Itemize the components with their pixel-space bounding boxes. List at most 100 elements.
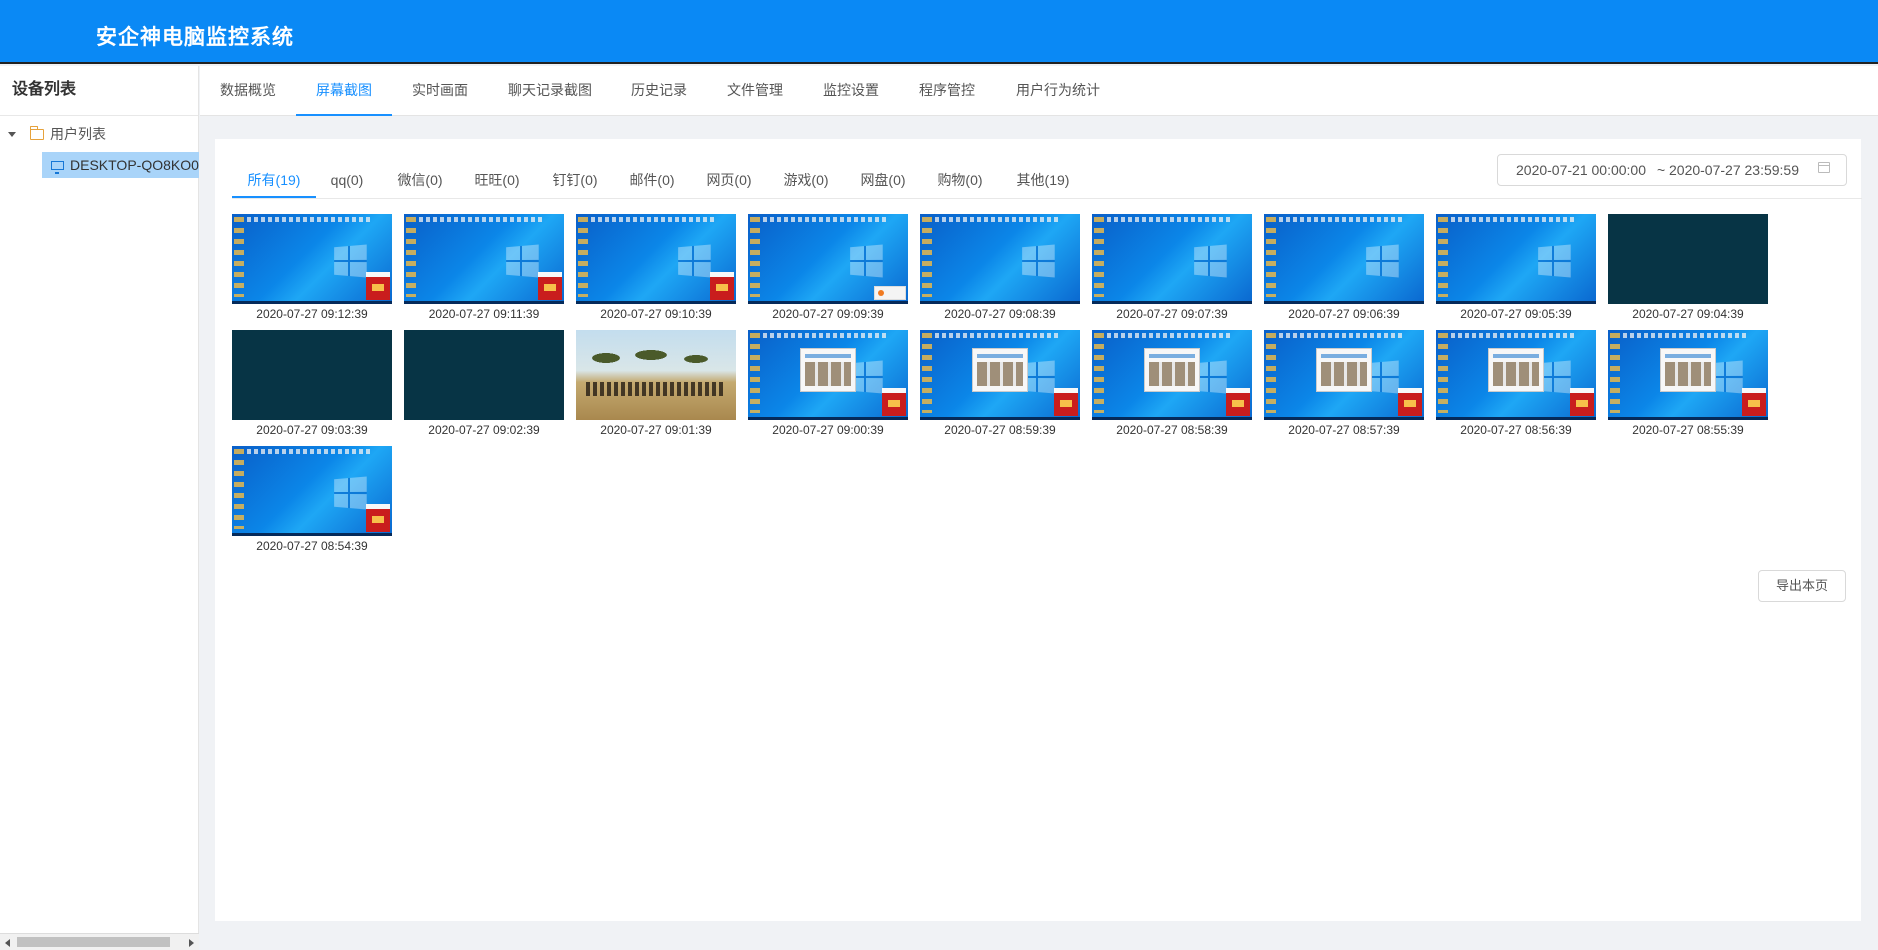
wildebeest-herd: [586, 382, 726, 396]
scroll-left-icon[interactable]: [5, 939, 10, 947]
browser-window: [972, 348, 1028, 392]
screenshot-item[interactable]: 2020-07-27 09:09:39: [748, 214, 908, 321]
notification-popup: [1398, 388, 1422, 416]
desktop-icons: [750, 217, 760, 297]
taskbar: [232, 533, 392, 536]
filter-tab-qq[interactable]: qq(0): [323, 162, 371, 198]
tab-file-management[interactable]: 文件管理: [710, 66, 800, 116]
desktop-icon-row: [1107, 333, 1232, 338]
screenshot-item[interactable]: 2020-07-27 08:57:39: [1264, 330, 1424, 437]
caret-down-icon[interactable]: [8, 131, 16, 137]
folder-icon: [29, 125, 44, 140]
screenshot-thumbnail[interactable]: [404, 330, 564, 420]
screenshot-item[interactable]: 2020-07-27 09:03:39: [232, 330, 392, 437]
scroll-right-icon[interactable]: [189, 939, 194, 947]
filter-tab-all[interactable]: 所有(19): [232, 162, 316, 198]
browser-window: [1660, 348, 1716, 392]
desktop-icons: [1094, 333, 1104, 413]
screenshot-item[interactable]: 2020-07-27 09:08:39: [920, 214, 1080, 321]
filter-tab-netdisk[interactable]: 网盘(0): [853, 162, 913, 198]
scrollbar-thumb[interactable]: [17, 937, 170, 947]
screenshot-item[interactable]: 2020-07-27 09:01:39: [576, 330, 736, 437]
screenshot-timestamp: 2020-07-27 09:08:39: [944, 307, 1056, 321]
desktop-icon-row: [763, 333, 888, 338]
screenshot-timestamp: 2020-07-27 09:03:39: [256, 423, 368, 437]
screenshot-thumbnail[interactable]: [1092, 214, 1252, 304]
desktop-icons: [406, 217, 416, 297]
screenshot-thumbnail[interactable]: [920, 214, 1080, 304]
screenshot-item[interactable]: 2020-07-27 09:06:39: [1264, 214, 1424, 321]
sidebar-horizontal-scrollbar[interactable]: [0, 933, 199, 950]
screenshot-item[interactable]: 2020-07-27 09:04:39: [1608, 214, 1768, 321]
date-range-picker[interactable]: 2020-07-21 00:00:00 ~ 2020-07-27 23:59:5…: [1497, 154, 1847, 186]
screenshot-item[interactable]: 2020-07-27 09:11:39: [404, 214, 564, 321]
filter-tab-games[interactable]: 游戏(0): [776, 162, 836, 198]
taskbar: [920, 417, 1080, 420]
tree-node-device[interactable]: DESKTOP-QO8KO0: [42, 152, 199, 178]
screenshot-thumbnail[interactable]: [404, 214, 564, 304]
device-label: DESKTOP-QO8KO0: [70, 157, 199, 173]
screenshot-item[interactable]: 2020-07-27 09:12:39: [232, 214, 392, 321]
tree-canopy: [576, 350, 736, 374]
screenshot-thumbnail[interactable]: [920, 330, 1080, 420]
desktop-icon-row: [1451, 333, 1576, 338]
screenshot-thumbnail[interactable]: [748, 330, 908, 420]
screenshot-item[interactable]: 2020-07-27 09:02:39: [404, 330, 564, 437]
screenshot-thumbnail[interactable]: [748, 214, 908, 304]
tab-monitor-settings[interactable]: 监控设置: [806, 66, 896, 116]
screenshot-thumbnail[interactable]: [576, 330, 736, 420]
screenshot-thumbnail[interactable]: [576, 214, 736, 304]
screenshot-timestamp: 2020-07-27 09:11:39: [428, 307, 540, 321]
tab-user-behavior-stats[interactable]: 用户行为统计: [1006, 66, 1110, 116]
filter-tab-other[interactable]: 其他(19): [1008, 162, 1078, 198]
filter-tab-web[interactable]: 网页(0): [699, 162, 759, 198]
desktop-icons: [578, 217, 588, 297]
filter-tab-shopping[interactable]: 购物(0): [930, 162, 990, 198]
screenshot-item[interactable]: 2020-07-27 09:10:39: [576, 214, 736, 321]
filter-tab-email[interactable]: 邮件(0): [622, 162, 682, 198]
screenshot-thumbnail[interactable]: [1608, 214, 1768, 304]
screenshot-thumbnail[interactable]: [232, 330, 392, 420]
tab-program-control[interactable]: 程序管控: [902, 66, 992, 116]
screenshot-thumbnail[interactable]: [232, 446, 392, 536]
browser-window: [1316, 348, 1372, 392]
screenshot-item[interactable]: 2020-07-27 08:58:39: [1092, 330, 1252, 437]
screenshot-item[interactable]: 2020-07-27 09:05:39: [1436, 214, 1596, 321]
filter-tab-wangwang[interactable]: 旺旺(0): [467, 162, 527, 198]
windows-logo-icon: [1022, 244, 1055, 278]
date-end[interactable]: 2020-07-27 23:59:59: [1669, 162, 1799, 178]
tab-data-overview[interactable]: 数据概览: [203, 66, 293, 116]
date-start[interactable]: 2020-07-21 00:00:00: [1516, 162, 1646, 178]
tab-screenshots[interactable]: 屏幕截图: [296, 66, 392, 116]
calendar-icon[interactable]: [1818, 162, 1830, 173]
screenshot-item[interactable]: 2020-07-27 09:07:39: [1092, 214, 1252, 321]
screenshot-thumbnail[interactable]: [1608, 330, 1768, 420]
browser-window: [1488, 348, 1544, 392]
screenshot-thumbnail[interactable]: [1264, 330, 1424, 420]
notification-popup: [1226, 388, 1250, 416]
notification-popup: [710, 272, 734, 300]
screenshot-timestamp: 2020-07-27 08:58:39: [1116, 423, 1228, 437]
main-nav-tabs: 数据概览 屏幕截图 实时画面 聊天记录截图 历史记录 文件管理 监控设置 程序管…: [200, 66, 1878, 116]
tab-history[interactable]: 历史记录: [614, 66, 704, 116]
notification-popup: [538, 272, 562, 300]
screenshot-thumbnail[interactable]: [1264, 214, 1424, 304]
screenshot-item[interactable]: 2020-07-27 08:59:39: [920, 330, 1080, 437]
filter-tab-dingtalk[interactable]: 钉钉(0): [545, 162, 605, 198]
screenshot-thumbnail[interactable]: [1092, 330, 1252, 420]
tree-node-user-list[interactable]: 用户列表: [8, 124, 106, 144]
screenshot-item[interactable]: 2020-07-27 08:56:39: [1436, 330, 1596, 437]
screenshot-item[interactable]: 2020-07-27 09:00:39: [748, 330, 908, 437]
tab-live-view[interactable]: 实时画面: [395, 66, 485, 116]
screenshot-item[interactable]: 2020-07-27 08:55:39: [1608, 330, 1768, 437]
desktop-icons: [234, 217, 244, 297]
filter-tab-wechat[interactable]: 微信(0): [390, 162, 450, 198]
desktop-icons: [1610, 333, 1620, 413]
screenshot-thumbnail[interactable]: [1436, 330, 1596, 420]
screenshot-thumbnail[interactable]: [232, 214, 392, 304]
tab-chat-screenshots[interactable]: 聊天记录截图: [490, 66, 610, 116]
app-header: 安企神电脑监控系统: [0, 0, 1878, 64]
screenshot-item[interactable]: 2020-07-27 08:54:39: [232, 446, 392, 553]
screenshot-thumbnail[interactable]: [1436, 214, 1596, 304]
export-page-button[interactable]: 导出本页: [1758, 570, 1846, 602]
